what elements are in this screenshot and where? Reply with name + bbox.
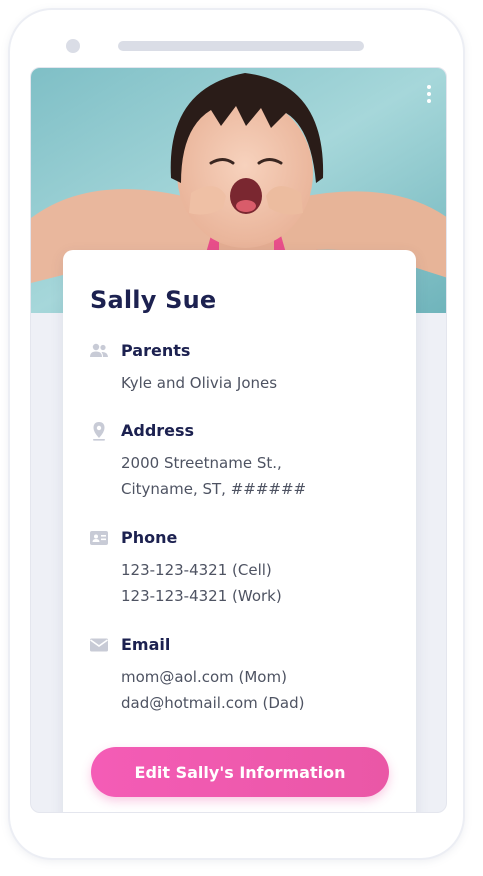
- address-line-1: 2000 Streetname St.,: [121, 454, 282, 472]
- parents-section: Parents Kyle and Olivia Jones: [89, 341, 399, 392]
- phone-line-cell[interactable]: 123-123-4321 (Cell): [121, 560, 272, 580]
- email-section: Email mom@aol.com (Mom) dad@hotmail.com …: [89, 635, 399, 715]
- app-screen: Sally Sue Parents Kyle and Olivia Jones: [30, 67, 447, 813]
- camera-dot: [66, 39, 80, 53]
- phone-frame: Sally Sue Parents Kyle and Olivia Jones: [8, 8, 465, 860]
- profile-card: Sally Sue Parents Kyle and Olivia Jones: [63, 250, 416, 812]
- profile-name: Sally Sue: [90, 286, 217, 314]
- mail-icon: [90, 638, 108, 652]
- address-section: Address 2000 Streetname St., Cityname, S…: [89, 421, 399, 501]
- parents-title: Parents: [121, 341, 191, 360]
- location-pin-icon: [93, 422, 105, 441]
- edit-information-button[interactable]: Edit Sally's Information: [91, 747, 389, 797]
- kebab-menu-icon[interactable]: [424, 85, 434, 109]
- phone-line-work[interactable]: 123-123-4321 (Work): [121, 586, 282, 606]
- email-line-mom[interactable]: mom@aol.com (Mom): [121, 667, 287, 687]
- address-line-2: Cityname, ST, ######: [121, 480, 307, 498]
- contact-card-icon: [90, 531, 108, 545]
- speaker-bar: [118, 41, 364, 51]
- phone-title: Phone: [121, 528, 178, 547]
- address-title: Address: [121, 421, 195, 440]
- email-line-dad[interactable]: dad@hotmail.com (Dad): [121, 693, 304, 713]
- email-title: Email: [121, 635, 171, 654]
- phone-section: Phone 123-123-4321 (Cell) 123-123-4321 (…: [89, 528, 399, 608]
- people-icon: [90, 343, 108, 357]
- parents-value: Kyle and Olivia Jones: [121, 374, 278, 392]
